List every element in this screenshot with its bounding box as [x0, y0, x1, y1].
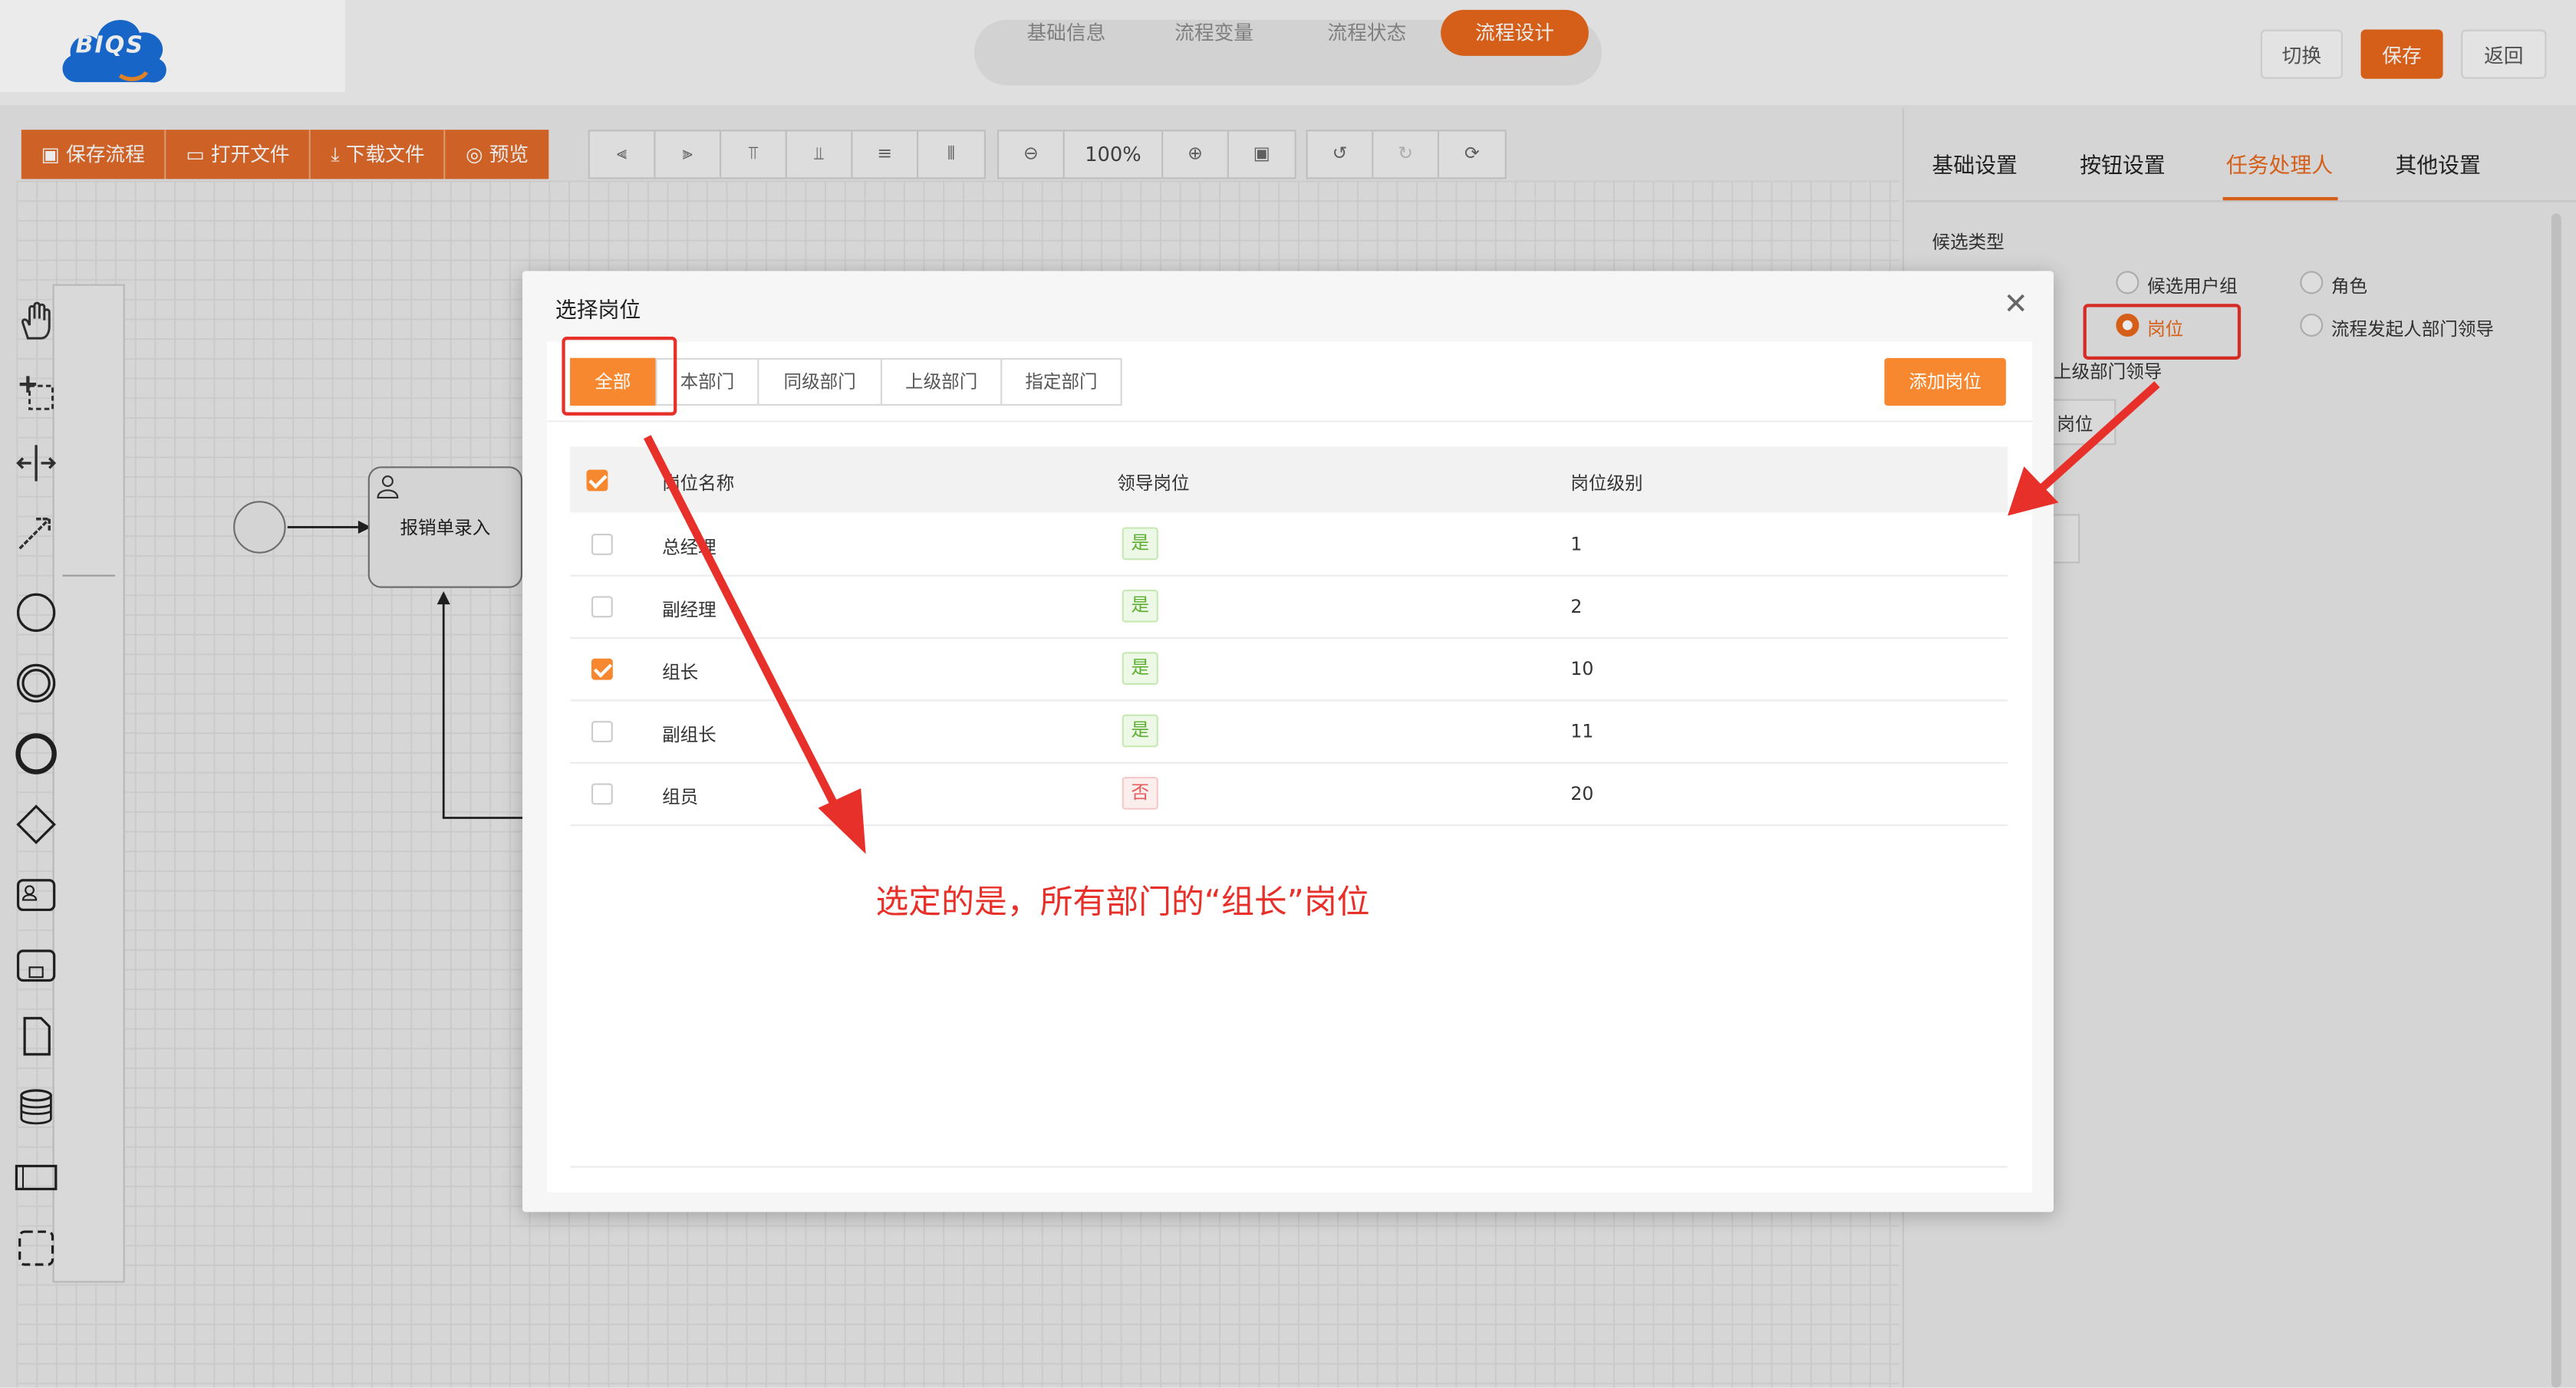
row-checkbox[interactable]: [591, 596, 613, 618]
leader-tag: 是: [1122, 714, 1158, 748]
add-post-button[interactable]: 添加岗位: [1884, 357, 2006, 406]
filter-parent-dept[interactable]: 上级部门: [880, 357, 1003, 406]
select-all-checkbox[interactable]: [586, 469, 608, 492]
col-leader-post: 领导岗位: [1117, 472, 1190, 495]
post-level: 2: [1570, 596, 1583, 618]
table-row[interactable]: [570, 514, 2008, 577]
post-name: 组长: [662, 662, 699, 683]
post-name: 总经理: [662, 537, 716, 559]
post-level: 20: [1570, 783, 1594, 805]
post-level: 11: [1570, 721, 1594, 743]
annotation-text: 选定的是，所有部门的“组长”岗位: [875, 882, 1370, 922]
filter-specified-dept[interactable]: 指定部门: [1000, 357, 1122, 406]
post-level: 1: [1570, 534, 1583, 555]
highlight-all-tab: [562, 337, 677, 416]
filter-divider: [547, 420, 2033, 423]
filter-peer-dept[interactable]: 同级部门: [757, 357, 883, 406]
col-post-level: 岗位级别: [1570, 472, 1643, 495]
row-checkbox[interactable]: [591, 783, 613, 805]
leader-tag: 是: [1122, 589, 1158, 623]
post-name: 副组长: [662, 724, 716, 746]
table-row[interactable]: [570, 577, 2008, 640]
row-checkbox[interactable]: [591, 534, 613, 555]
table-bottom-line: [570, 1166, 2008, 1168]
leader-tag: 是: [1122, 527, 1158, 561]
leader-tag: 是: [1122, 652, 1158, 686]
post-name: 组员: [662, 786, 699, 808]
close-icon[interactable]: ✕: [2003, 290, 2029, 320]
table-row[interactable]: [570, 764, 2008, 827]
dialog-title: 选择岗位: [555, 298, 641, 324]
table-row[interactable]: [570, 701, 2008, 764]
post-name: 副经理: [662, 599, 716, 621]
post-level: 10: [1570, 658, 1594, 680]
row-checkbox[interactable]: [591, 721, 613, 743]
leader-tag: 否: [1122, 776, 1158, 810]
row-checkbox[interactable]: [591, 658, 613, 680]
col-post-name: 岗位名称: [662, 472, 735, 495]
table-row[interactable]: [570, 639, 2008, 702]
table-header: [570, 446, 2008, 513]
